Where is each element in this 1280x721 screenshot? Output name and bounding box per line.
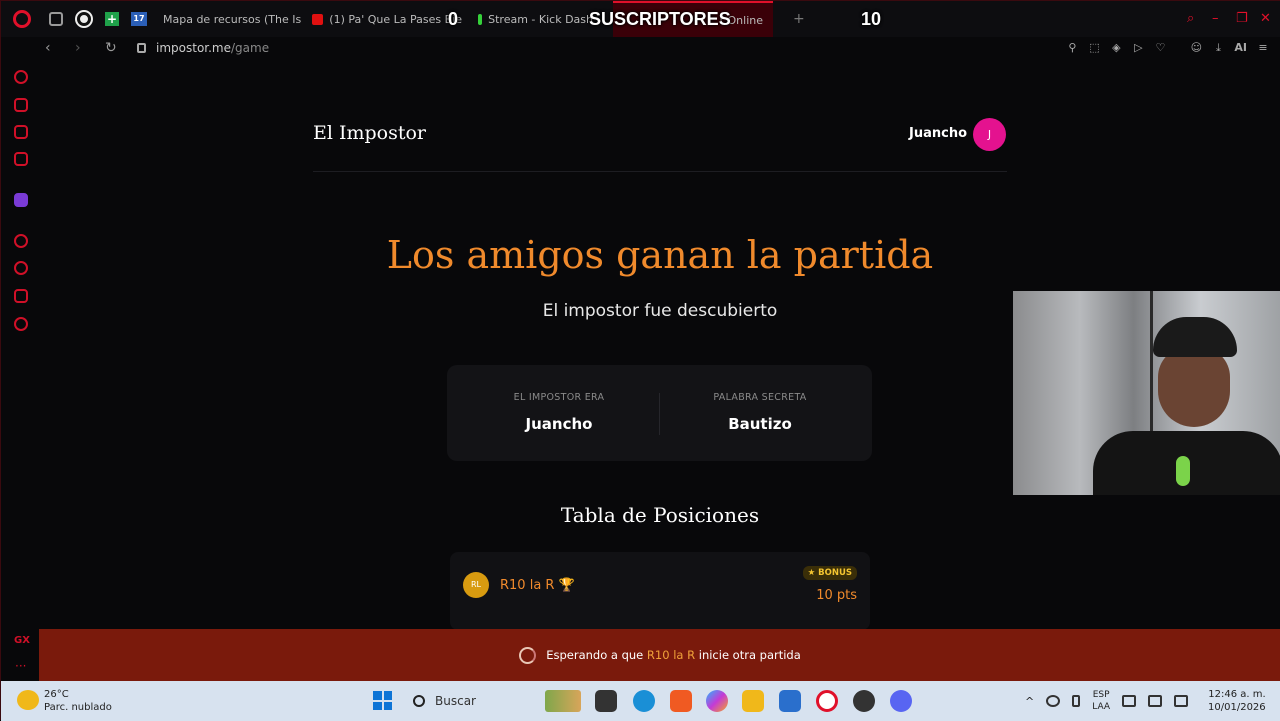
outlook-icon[interactable] [779,690,801,712]
clock[interactable]: 12:46 a. m. 10/01/2026 [1208,688,1266,714]
back-icon[interactable]: ‹ [45,40,57,56]
battery-icon[interactable] [1174,695,1189,707]
weather-widget[interactable]: 26°C Parc. nublado [44,688,112,714]
maximize-icon[interactable]: ❐ [1236,11,1248,26]
account-icon[interactable]: ☺ [1190,42,1202,54]
extensions-icon[interactable] [14,289,28,303]
speed-dial-icon[interactable] [14,70,28,84]
waiting-status-bar: Esperando a que R10 la R inicie otra par… [39,629,1280,681]
mod-icon[interactable] [14,152,28,166]
kick-favicon-icon [478,13,483,25]
sheets-tab-icon[interactable]: + [105,12,119,26]
webcam-person-face [1158,347,1230,427]
bonus-badge: ★ BONUS [802,566,857,580]
edge-icon[interactable] [633,690,655,712]
pinned-tab-icon[interactable] [75,10,93,28]
result-card: EL IMPOSTOR ERA Juancho PALABRA SECRETA … [447,365,872,461]
weather-icon[interactable] [17,690,39,710]
history-icon[interactable] [14,261,28,275]
toolbar-right: ⚲ ⬚ ◈ ▷ ♡ ☺ ⤓ AI ≡ [1066,37,1269,59]
sync-icon[interactable] [1046,695,1061,707]
search-icon [413,695,425,707]
gamepad-icon[interactable] [49,12,63,26]
language-indicator[interactable]: ESP LAA [1092,689,1110,713]
impostor-reveal: EL IMPOSTOR ERA Juancho [459,392,659,433]
snapshot-icon[interactable]: ⬚ [1088,42,1100,54]
calendar-tab-icon[interactable]: 17 [131,12,147,26]
volume-icon[interactable] [1148,695,1163,707]
browser-window: + 17 Mapa de recursos (The Isl (1) Pa' Q… [0,0,1280,721]
tab-mapa[interactable]: Mapa de recursos (The Isl [157,1,302,37]
windows-taskbar: 26°C Parc. nublado Buscar ^ ESP LAA 12:4… [1,681,1280,721]
secret-word-value: Bautizo [728,415,792,433]
settings-icon[interactable] [14,317,28,331]
result-headline: Los amigos ganan la partida [386,233,934,277]
site-title[interactable]: El Impostor [313,122,426,144]
download-icon[interactable]: ⤓ [1212,42,1224,54]
youtube-favicon-icon [312,13,324,25]
leaderboard-row: RL R10 la R 🏆 ★ BONUS 10 pts [450,552,870,630]
webcam-overlay [1013,291,1280,495]
ai-button[interactable]: AI [1234,42,1247,54]
brave-icon[interactable] [670,690,692,712]
minimize-icon[interactable]: – [1212,11,1219,26]
waiting-player-name: R10 la R [646,648,696,662]
gx-control-icon[interactable]: GX [14,635,30,646]
taskbar-search[interactable]: Buscar [403,688,583,714]
start-button[interactable] [373,691,392,710]
overlay-left-count: 0 [448,9,459,29]
system-tray: ^ ESP LAA 12:46 a. m. 10/01/2026 [1025,681,1266,721]
waiting-status-text: Esperando a que R10 la R inicie otra par… [546,648,801,662]
impostor-value: Juancho [525,415,593,433]
overlay-right-count: 10 [861,9,882,29]
play-icon[interactable]: ▷ [1132,42,1144,54]
address-bar: ‹ › ↻ impostor.me/game ⚲ ⬚ ◈ ▷ ♡ ☺ ⤓ AI … [1,37,1280,59]
url-field[interactable]: impostor.me/game [137,41,269,55]
sidebar [1,59,39,629]
player-points: 10 pts [816,588,857,603]
lock-icon [137,43,146,53]
tab-kick[interactable]: Stream - Kick Dash [478,1,593,37]
secret-word-label: PALABRA SECRETA [713,392,807,403]
loading-spinner-icon [519,646,537,664]
news-icon[interactable] [14,125,28,139]
player-icon[interactable] [14,234,28,248]
search-highlight-icon [545,690,581,712]
header-divider [313,171,1007,172]
close-icon[interactable]: ✕ [1260,11,1271,26]
shield-icon[interactable]: ◈ [1110,42,1122,54]
twitch-icon[interactable] [14,193,28,207]
opera-gx-taskbar-icon[interactable] [816,690,838,712]
discord-icon[interactable] [890,690,912,712]
microphone-icon [1176,456,1190,486]
task-view-icon[interactable] [595,690,617,712]
secret-word-reveal: PALABRA SECRETA Bautizo [660,392,860,433]
tab-youtube[interactable]: (1) Pa' Que La Pases Bie [312,1,462,37]
impostor-label: EL IMPOSTOR ERA [513,392,605,403]
file-explorer-icon[interactable] [742,690,764,712]
overlay-title: SUSCRIPTORES [589,9,731,29]
mic-tray-icon[interactable] [1072,695,1081,707]
more-icon[interactable]: ··· [15,659,26,673]
opera-logo-icon[interactable] [13,10,31,28]
obs-icon[interactable] [853,690,875,712]
heart-icon[interactable]: ♡ [1154,42,1166,54]
menu-icon[interactable]: ≡ [1257,42,1269,54]
forward-icon[interactable]: › [75,40,87,56]
sidebar-bottom: GX ··· [1,629,39,681]
reload-icon[interactable]: ↻ [105,40,117,56]
gx-corner-icon[interactable] [14,98,28,112]
chevron-up-icon[interactable]: ^ [1025,695,1034,708]
user-name: Juancho [909,126,968,141]
network-icon[interactable] [1122,695,1137,707]
player-name: R10 la R 🏆 [500,578,575,593]
leaderboard-title: Tabla de Posiciones [560,503,760,527]
copilot-icon[interactable] [706,690,728,712]
search-tabs-icon[interactable]: ⌕ [1187,11,1194,26]
player-avatar: RL [463,572,489,598]
user-avatar[interactable]: J [973,118,1006,151]
pin-icon[interactable]: ⚲ [1066,42,1078,54]
new-tab-button[interactable]: + [793,11,805,27]
